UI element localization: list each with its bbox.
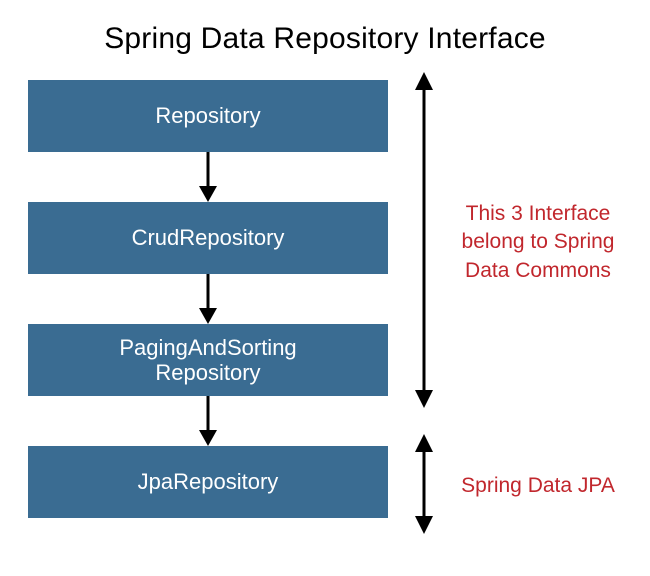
bracket-commons bbox=[411, 72, 437, 408]
box-jpa-repository-label: JpaRepository bbox=[138, 469, 279, 494]
box-crud-repository: CrudRepository bbox=[28, 202, 388, 274]
annotation-commons: This 3 Interface belong to Spring Data C… bbox=[448, 200, 628, 285]
box-repository-label: Repository bbox=[155, 103, 260, 128]
box-paging-and-sorting-repository-label: PagingAndSortingRepository bbox=[119, 335, 296, 386]
diagram-title: Spring Data Repository Interface bbox=[0, 22, 650, 56]
arrow-down-3 bbox=[196, 396, 220, 446]
box-repository: Repository bbox=[28, 80, 388, 152]
box-paging-and-sorting-repository: PagingAndSortingRepository bbox=[28, 324, 388, 396]
arrow-down-2 bbox=[196, 274, 220, 324]
bracket-jpa bbox=[411, 434, 437, 534]
box-jpa-repository: JpaRepository bbox=[28, 446, 388, 518]
annotation-jpa: Spring Data JPA bbox=[448, 472, 628, 500]
arrow-down-1 bbox=[196, 152, 220, 202]
box-crud-repository-label: CrudRepository bbox=[132, 225, 285, 250]
